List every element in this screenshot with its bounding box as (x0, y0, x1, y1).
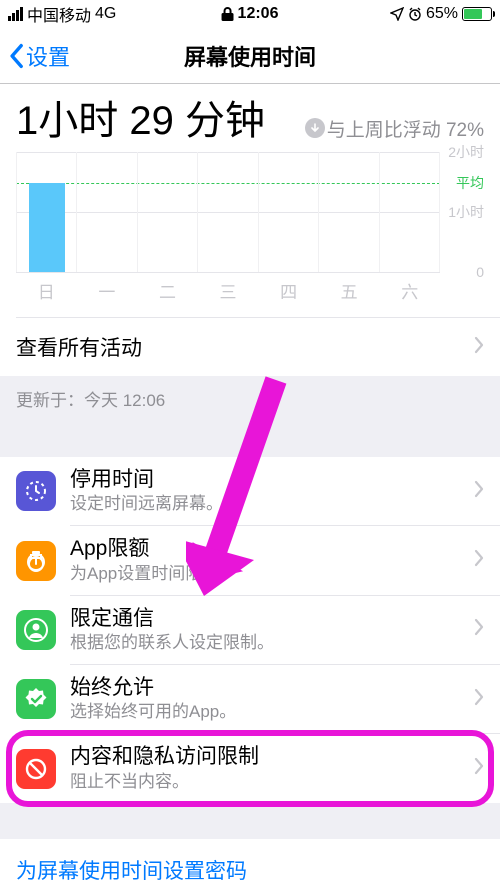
always-allow-cell[interactable]: 始终允许 选择始终可用的App。 (0, 665, 500, 733)
always-allow-icon (16, 679, 56, 719)
chart-x-label: 六 (379, 278, 440, 303)
status-right: 65% (390, 5, 492, 23)
back-button[interactable]: 设置 (8, 40, 70, 72)
downtime-title: 停用时间 (70, 467, 460, 493)
chart-y-label: 1小时 (448, 202, 484, 222)
communication-cell[interactable]: 限定通信 根据您的联系人设定限制。 (0, 596, 500, 664)
see-all-activity-row[interactable]: 查看所有活动 (0, 318, 500, 376)
app-limits-title: App限额 (70, 536, 460, 562)
back-label: 设置 (26, 40, 70, 72)
chevron-right-icon (474, 336, 484, 359)
nav-title: 屏幕使用时间 (184, 40, 316, 72)
chart-x-label: 二 (137, 278, 198, 303)
communication-icon (16, 610, 56, 650)
status-center: 12:06 (222, 5, 279, 23)
status-bar: 中国移动 4G 12:06 65% (0, 0, 500, 28)
updated-text: 更新于：今天 12:06 (16, 391, 165, 410)
chevron-right-icon (474, 618, 484, 641)
communication-title: 限定通信 (70, 606, 460, 632)
set-passcode-row[interactable]: 为屏幕使用时间设置密码 (0, 839, 500, 889)
updated-footer: 更新于：今天 12:06 (0, 376, 500, 421)
set-passcode-label: 为屏幕使用时间设置密码 (16, 855, 484, 885)
network-label: 4G (95, 5, 116, 23)
lock-icon (222, 7, 234, 21)
chart-y-label: 2小时 (448, 142, 484, 162)
chevron-right-icon (474, 549, 484, 572)
location-icon (390, 7, 404, 21)
nav-bar: 设置 屏幕使用时间 (0, 28, 500, 84)
content-restrictions-sub: 阻止不当内容。 (70, 771, 460, 793)
usage-summary: 1小时 29 分钟 与上周比浮动 72% (0, 84, 500, 146)
usage-chart[interactable]: 2小时1小时0平均 日一二三四五六 (0, 152, 500, 303)
downtime-icon (16, 471, 56, 511)
status-left: 中国移动 4G (8, 2, 116, 26)
chevron-right-icon (474, 757, 484, 780)
content-restrictions-cell[interactable]: 内容和隐私访问限制 阻止不当内容。 (0, 734, 500, 802)
week-compare-text: 与上周比浮动 72% (327, 115, 484, 142)
app-limits-cell[interactable]: App限额 为App设置时间限额。 (0, 526, 500, 594)
always-allow-sub: 选择始终可用的App。 (70, 701, 460, 723)
alarm-icon (408, 7, 422, 21)
week-compare: 与上周比浮动 72% (305, 115, 484, 142)
carrier-label: 中国移动 (27, 2, 91, 26)
battery-icon (462, 7, 492, 21)
chart-y-label: 0 (476, 264, 484, 280)
chevron-right-icon (474, 688, 484, 711)
app-limits-sub: 为App设置时间限额。 (70, 563, 460, 585)
chart-x-label: 三 (198, 278, 259, 303)
chart-x-label: 日 (16, 278, 77, 303)
chevron-right-icon (474, 480, 484, 503)
chart-bar (29, 183, 65, 272)
chart-x-label: 五 (319, 278, 380, 303)
downtime-cell[interactable]: 停用时间 设定时间远离屏幕。 (0, 457, 500, 525)
chart-avg-label: 平均 (456, 173, 484, 193)
app-limits-icon (16, 541, 56, 581)
see-all-activity-label: 查看所有活动 (16, 332, 474, 362)
total-usage-time: 1小时 29 分钟 (16, 88, 265, 146)
chart-x-label: 一 (77, 278, 138, 303)
always-allow-title: 始终允许 (70, 675, 460, 701)
communication-sub: 根据您的联系人设定限制。 (70, 632, 460, 654)
chevron-left-icon (8, 43, 24, 69)
down-arrow-icon (305, 118, 325, 138)
battery-pct: 65% (426, 5, 458, 23)
downtime-sub: 设定时间远离屏幕。 (70, 493, 460, 515)
chart-x-label: 四 (258, 278, 319, 303)
content-restrictions-title: 内容和隐私访问限制 (70, 744, 460, 770)
content-restrictions-icon (16, 749, 56, 789)
signal-icon (8, 7, 23, 21)
clock-label: 12:06 (238, 5, 279, 23)
